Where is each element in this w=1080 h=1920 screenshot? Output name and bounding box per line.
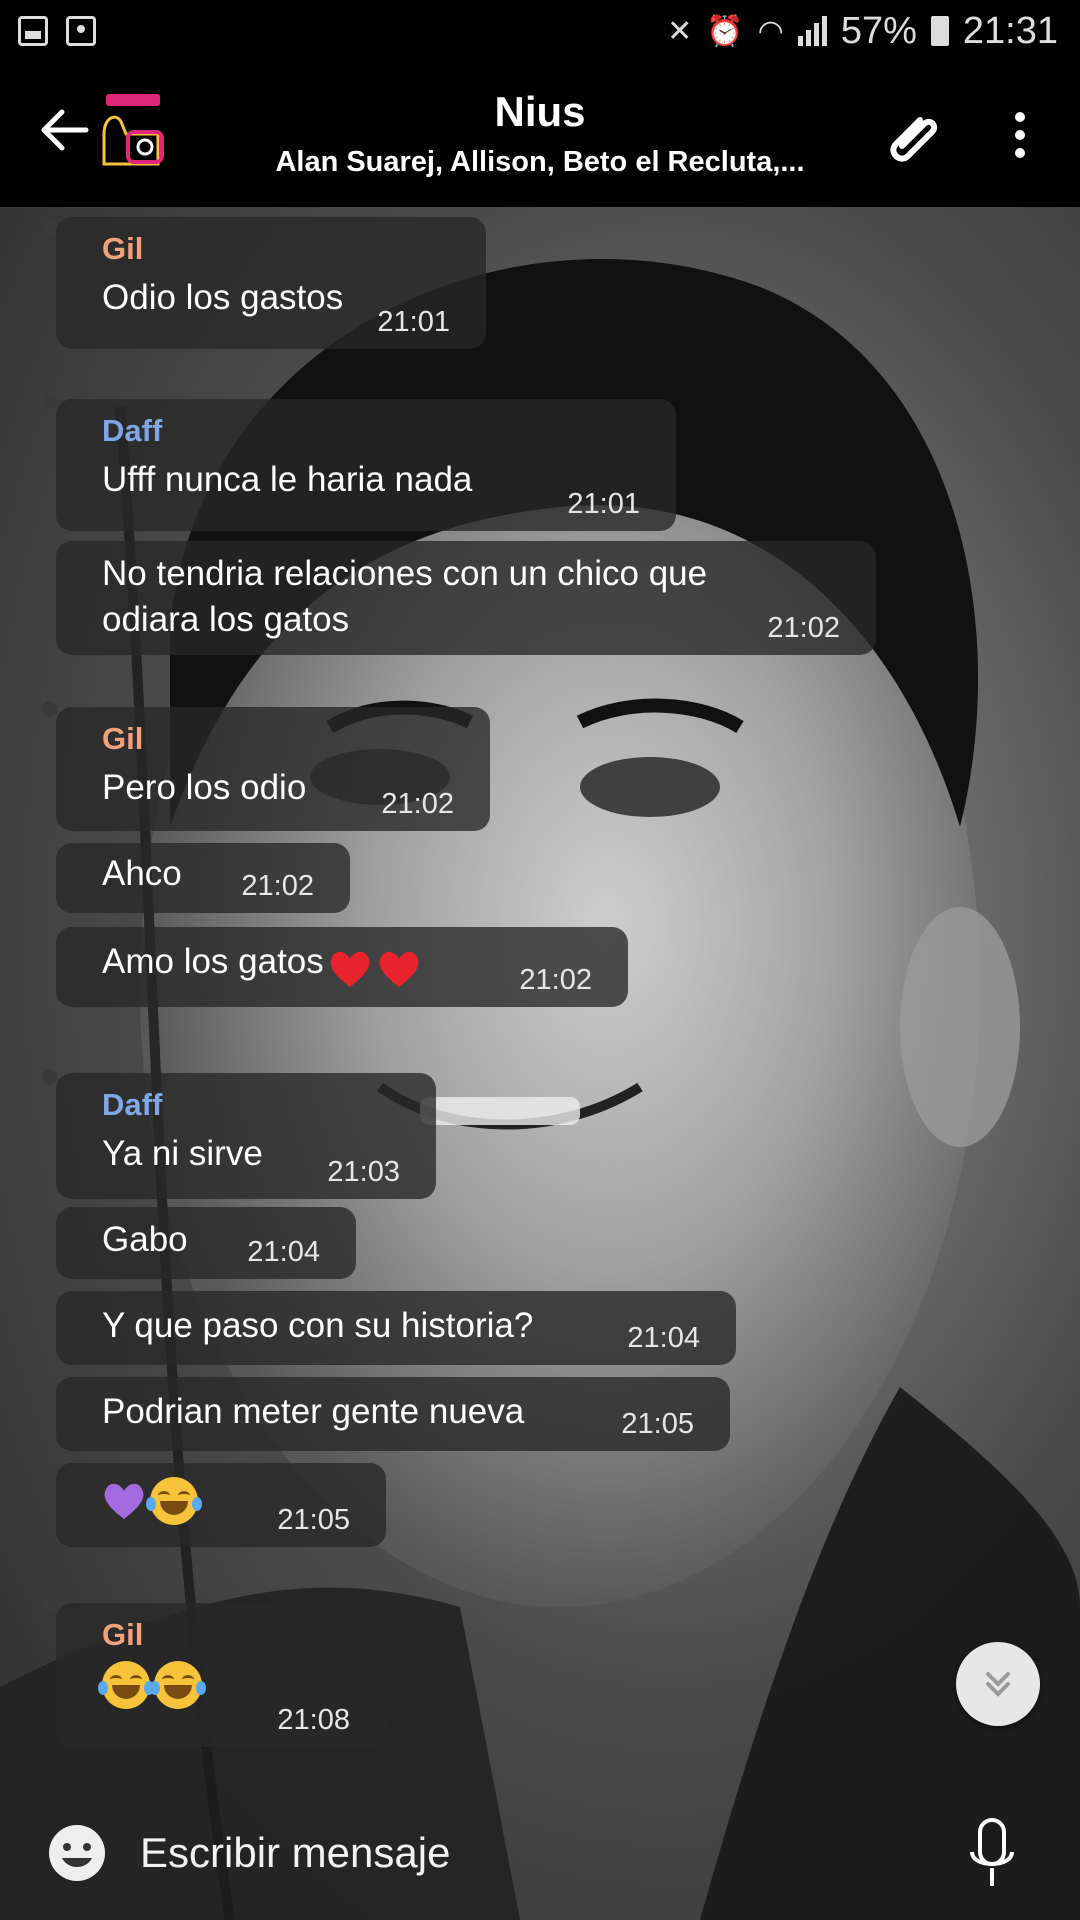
message-time: 21:05 <box>621 1408 694 1440</box>
message-text: Gabo <box>102 1220 188 1259</box>
gallery-notification-icon <box>18 16 48 46</box>
sender-name: Gil <box>102 1617 144 1652</box>
message-text: Ahco <box>102 854 182 893</box>
message-time: 21:04 <box>627 1322 700 1354</box>
status-time: 21:31 <box>962 9 1058 52</box>
bubble-tail <box>42 1597 58 1613</box>
group-members: Alan Suarej, Allison, Beto el Recluta,..… <box>275 146 805 178</box>
message-bubble[interactable]: Gil Pero los odio 21:02 <box>56 707 490 831</box>
message-time: 21:08 <box>277 1704 350 1736</box>
sender-name: Daff <box>102 1087 163 1122</box>
message-time: 21:01 <box>567 488 640 520</box>
message-bubble[interactable]: Y que paso con su historia? 21:04 <box>56 1291 736 1365</box>
emoji-smiley-icon[interactable] <box>46 1822 108 1884</box>
back-arrow-icon[interactable] <box>36 102 92 158</box>
message-bubble[interactable]: Gabo 21:04 <box>56 1207 356 1279</box>
attach-paperclip-icon[interactable] <box>880 102 950 172</box>
message-text: Podrian meter gente nueva <box>102 1392 525 1431</box>
message-text-line: No tendria relaciones con un chico que <box>102 554 708 593</box>
tears-of-joy-emoji <box>146 1477 203 1525</box>
message-text: Pero los odio <box>102 768 307 807</box>
message-time: 21:05 <box>277 1504 350 1536</box>
message-bubble[interactable]: No tendria relaciones con un chico que o… <box>56 541 876 655</box>
message-time: 21:02 <box>241 870 314 902</box>
message-bubble[interactable]: Podrian meter gente nueva 21:05 <box>56 1377 730 1451</box>
status-bar: ✕ ⏰ ◠ 57% 21:31 <box>0 0 1080 62</box>
message-bubble[interactable]: Daff Ya ni sirve 21:03 <box>56 1073 436 1199</box>
message-composer <box>0 1770 1080 1920</box>
message-text-line: odiara los gatos <box>102 600 350 639</box>
message-bubble[interactable]: 21:05 <box>56 1463 386 1547</box>
chat-area[interactable]: Gil Odio los gastos 21:01 Daff Ufff nunc… <box>0 207 1080 1920</box>
bubble-tail <box>42 701 58 717</box>
more-options-icon[interactable] <box>1000 106 1040 166</box>
message-text: Amo los gatos <box>102 942 324 981</box>
message-bubble[interactable]: Amo los gatos 21:02 <box>56 927 628 1007</box>
red-heart-emoji <box>379 951 419 987</box>
message-bubble[interactable]: Gil Odio los gastos 21:01 <box>56 217 486 349</box>
bubble-tail <box>42 1069 58 1085</box>
message-text: Ufff nunca le haria nada <box>102 460 473 499</box>
sender-name: Daff <box>102 413 163 448</box>
message-time: 21:02 <box>519 964 592 996</box>
battery-icon <box>930 16 949 46</box>
alarm-icon: ⏰ <box>706 14 744 48</box>
message-input[interactable] <box>140 1820 900 1886</box>
message-time: 21:03 <box>327 1156 400 1188</box>
microphone-icon[interactable] <box>964 1816 1020 1892</box>
message-text: Odio los gastos <box>102 278 344 317</box>
message-bubble[interactable]: Gil 21:08 <box>56 1603 386 1747</box>
sender-name: Gil <box>102 721 144 756</box>
battery-percent: 57% <box>840 9 917 52</box>
wifi-icon: ◠ <box>757 14 784 48</box>
store-notification-icon <box>66 16 96 46</box>
sender-name: Gil <box>102 231 144 266</box>
red-heart-emoji <box>330 951 370 987</box>
message-text: Y que paso con su historia? <box>102 1306 534 1345</box>
scroll-to-bottom-button[interactable] <box>956 1642 1040 1726</box>
notification-icons <box>18 16 96 46</box>
signal-icon <box>797 16 827 46</box>
tears-of-joy-emoji <box>98 1661 154 1709</box>
message-time: 21:02 <box>767 612 840 644</box>
message-time: 21:04 <box>247 1236 320 1268</box>
message-bubble[interactable]: Daff Ufff nunca le haria nada 21:01 <box>56 399 676 531</box>
system-indicators: ✕ ⏰ ◠ 57% 21:31 <box>667 10 1058 53</box>
double-chevron-down-icon <box>986 1672 1010 1697</box>
message-text: Ya ni sirve <box>102 1134 263 1173</box>
message-time: 21:02 <box>381 788 454 820</box>
chat-header: Nius Alan Suarej, Allison, Beto el Reclu… <box>0 62 1080 207</box>
tears-of-joy-emoji <box>150 1661 207 1709</box>
purple-heart-emoji <box>104 1483 144 1519</box>
message-time: 21:01 <box>377 306 450 338</box>
bubble-tail <box>42 393 58 409</box>
message-bubble[interactable]: Ahco 21:02 <box>56 843 350 913</box>
group-title: Nius <box>494 88 586 135</box>
chat-title-block[interactable]: Nius Alan Suarej, Allison, Beto el Reclu… <box>180 88 900 179</box>
group-avatar[interactable] <box>100 94 170 166</box>
mute-icon: ✕ <box>667 14 693 48</box>
